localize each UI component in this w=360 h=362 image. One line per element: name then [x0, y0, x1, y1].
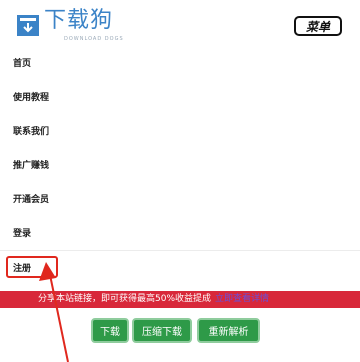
- header: 下载狗 DOWNLOAD DOGS 菜单: [0, 0, 360, 46]
- nav-item-label: 联系我们: [13, 127, 50, 137]
- brand-subtitle: DOWNLOAD DOGS: [64, 36, 124, 42]
- reparse-button[interactable]: 重新解析: [197, 318, 260, 343]
- nav-item-login[interactable]: 登录: [0, 216, 360, 251]
- nav-item-membership[interactable]: 开通会员: [0, 182, 360, 216]
- download-box-icon[interactable]: [16, 12, 40, 38]
- nav-item-label: 推广赚钱: [13, 161, 50, 171]
- nav-item-label: 使用教程: [13, 93, 50, 103]
- promo-banner: 分享本站链接，即可获得最高50%收益提成 立即查看详情: [0, 291, 360, 308]
- nav-item-promote[interactable]: 推广赚钱: [0, 148, 360, 182]
- download-button[interactable]: 下载: [91, 318, 129, 343]
- nav-item-tutorial[interactable]: 使用教程: [0, 80, 360, 114]
- nav-item-label: 首页: [13, 59, 32, 69]
- menu-button[interactable]: 菜单: [294, 16, 342, 36]
- register-highlight-box: [6, 256, 58, 278]
- nav-menu: 首页 使用教程 联系我们 推广赚钱 开通会员 登录 注册: [0, 46, 360, 285]
- nav-item-home[interactable]: 首页: [0, 46, 360, 80]
- nav-item-contact[interactable]: 联系我们: [0, 114, 360, 148]
- brand-name[interactable]: 下载狗: [44, 8, 113, 34]
- nav-item-label: 开通会员: [13, 195, 50, 205]
- promo-text: 分享本站链接，即可获得最高50%收益提成: [38, 294, 212, 304]
- promo-link[interactable]: 立即查看详情: [215, 294, 269, 304]
- nav-item-label: 登录: [13, 229, 32, 239]
- compress-download-button[interactable]: 压缩下载: [132, 318, 192, 343]
